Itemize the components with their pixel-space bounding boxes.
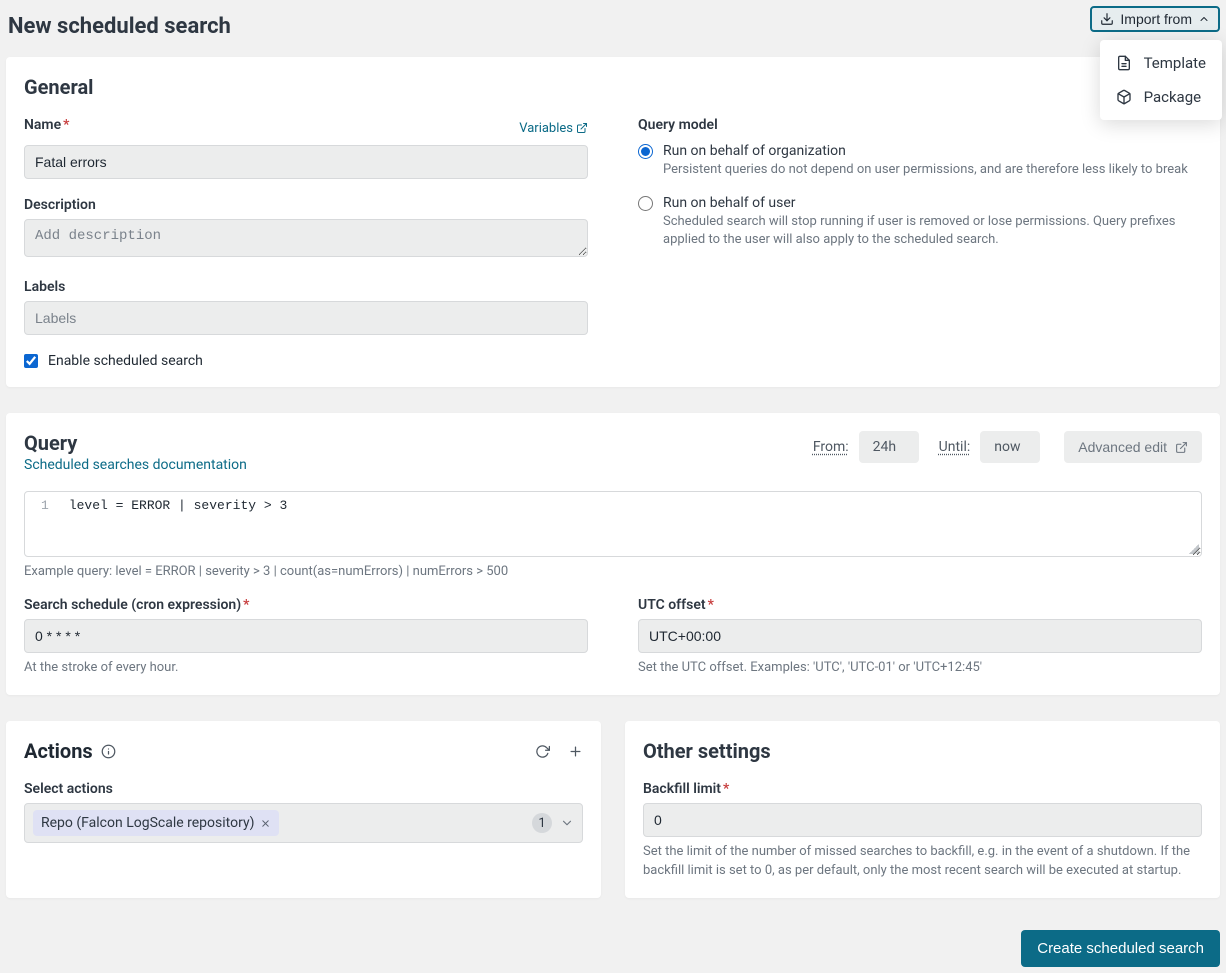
from-input[interactable]: 24h xyxy=(859,431,919,463)
example-query-hint: Example query: level = ERROR | severity … xyxy=(24,563,1202,581)
until-label: Until: xyxy=(939,439,971,455)
action-chip: Repo (Falcon LogScale repository) xyxy=(33,810,279,836)
select-actions-label: Select actions xyxy=(24,781,583,797)
query-card: Query Scheduled searches documentation F… xyxy=(6,413,1220,695)
utc-hint: Set the UTC offset. Examples: 'UTC', 'UT… xyxy=(638,659,1202,677)
actions-heading: Actions xyxy=(24,739,93,763)
remove-chip-icon[interactable] xyxy=(260,818,271,829)
radio-user-desc: Scheduled search will stop running if us… xyxy=(663,213,1202,249)
import-from-label: Import from xyxy=(1120,11,1192,27)
backfill-hint: Set the limit of the number of missed se… xyxy=(643,843,1202,879)
other-heading: Other settings xyxy=(643,739,1202,763)
variables-link[interactable]: Variables xyxy=(519,121,588,136)
query-editor[interactable]: 1 level = ERROR | severity > 3 xyxy=(24,491,1202,557)
radio-user[interactable] xyxy=(638,196,653,211)
query-code: level = ERROR | severity > 3 xyxy=(69,498,287,513)
schedule-hint: At the stroke of every hour. xyxy=(24,659,588,677)
actions-select[interactable]: Repo (Falcon LogScale repository) 1 xyxy=(24,803,583,843)
labels-label: Labels xyxy=(24,279,588,295)
enable-label: Enable scheduled search xyxy=(48,353,203,369)
import-icon xyxy=(1100,12,1114,26)
query-doc-link[interactable]: Scheduled searches documentation xyxy=(24,457,247,473)
enable-checkbox[interactable] xyxy=(24,354,38,368)
other-settings-card: Other settings Backfill limit* Set the l… xyxy=(625,721,1220,897)
actions-card: Actions Select actions Repo (Falcon LogS… xyxy=(6,721,601,897)
import-dropdown: Template Package xyxy=(1100,40,1222,120)
advanced-edit-button[interactable]: Advanced edit xyxy=(1064,431,1202,463)
package-icon xyxy=(1116,89,1132,105)
query-heading: Query xyxy=(24,431,247,455)
radio-org-label: Run on behalf of organization xyxy=(663,143,846,159)
refresh-button[interactable] xyxy=(535,744,550,759)
utc-input[interactable] xyxy=(638,619,1202,653)
external-link-icon xyxy=(576,122,588,134)
import-template-item[interactable]: Template xyxy=(1100,46,1222,80)
description-input[interactable] xyxy=(24,219,588,257)
action-count-badge: 1 xyxy=(532,813,552,833)
backfill-label: Backfill limit* xyxy=(643,781,1202,797)
resize-handle[interactable] xyxy=(1189,544,1199,554)
create-button[interactable]: Create scheduled search xyxy=(1021,930,1220,967)
radio-user-label: Run on behalf of user xyxy=(663,195,796,211)
radio-org[interactable] xyxy=(638,144,653,159)
chevron-up-icon xyxy=(1198,13,1210,25)
description-label: Description xyxy=(24,197,588,213)
import-from-button[interactable]: Import from xyxy=(1090,6,1220,32)
utc-label: UTC offset* xyxy=(638,597,1202,613)
info-icon[interactable] xyxy=(101,744,116,759)
labels-input[interactable] xyxy=(24,301,588,335)
name-label: Name* xyxy=(24,117,69,133)
name-input[interactable] xyxy=(24,145,588,179)
line-number: 1 xyxy=(29,498,61,513)
radio-org-desc: Persistent queries do not depend on user… xyxy=(663,161,1202,179)
import-package-item[interactable]: Package xyxy=(1100,80,1222,114)
template-icon xyxy=(1116,55,1132,71)
general-heading: General xyxy=(24,75,588,99)
general-card: General Name* Variables Description xyxy=(6,57,1220,387)
backfill-input[interactable] xyxy=(643,803,1202,837)
until-input[interactable]: now xyxy=(980,431,1040,463)
external-link-icon xyxy=(1175,441,1188,454)
schedule-label: Search schedule (cron expression)* xyxy=(24,597,588,613)
add-button[interactable] xyxy=(568,744,583,759)
schedule-input[interactable] xyxy=(24,619,588,653)
from-label: From: xyxy=(813,439,849,455)
page-title: New scheduled search xyxy=(8,14,231,39)
chevron-down-icon[interactable] xyxy=(560,816,574,830)
